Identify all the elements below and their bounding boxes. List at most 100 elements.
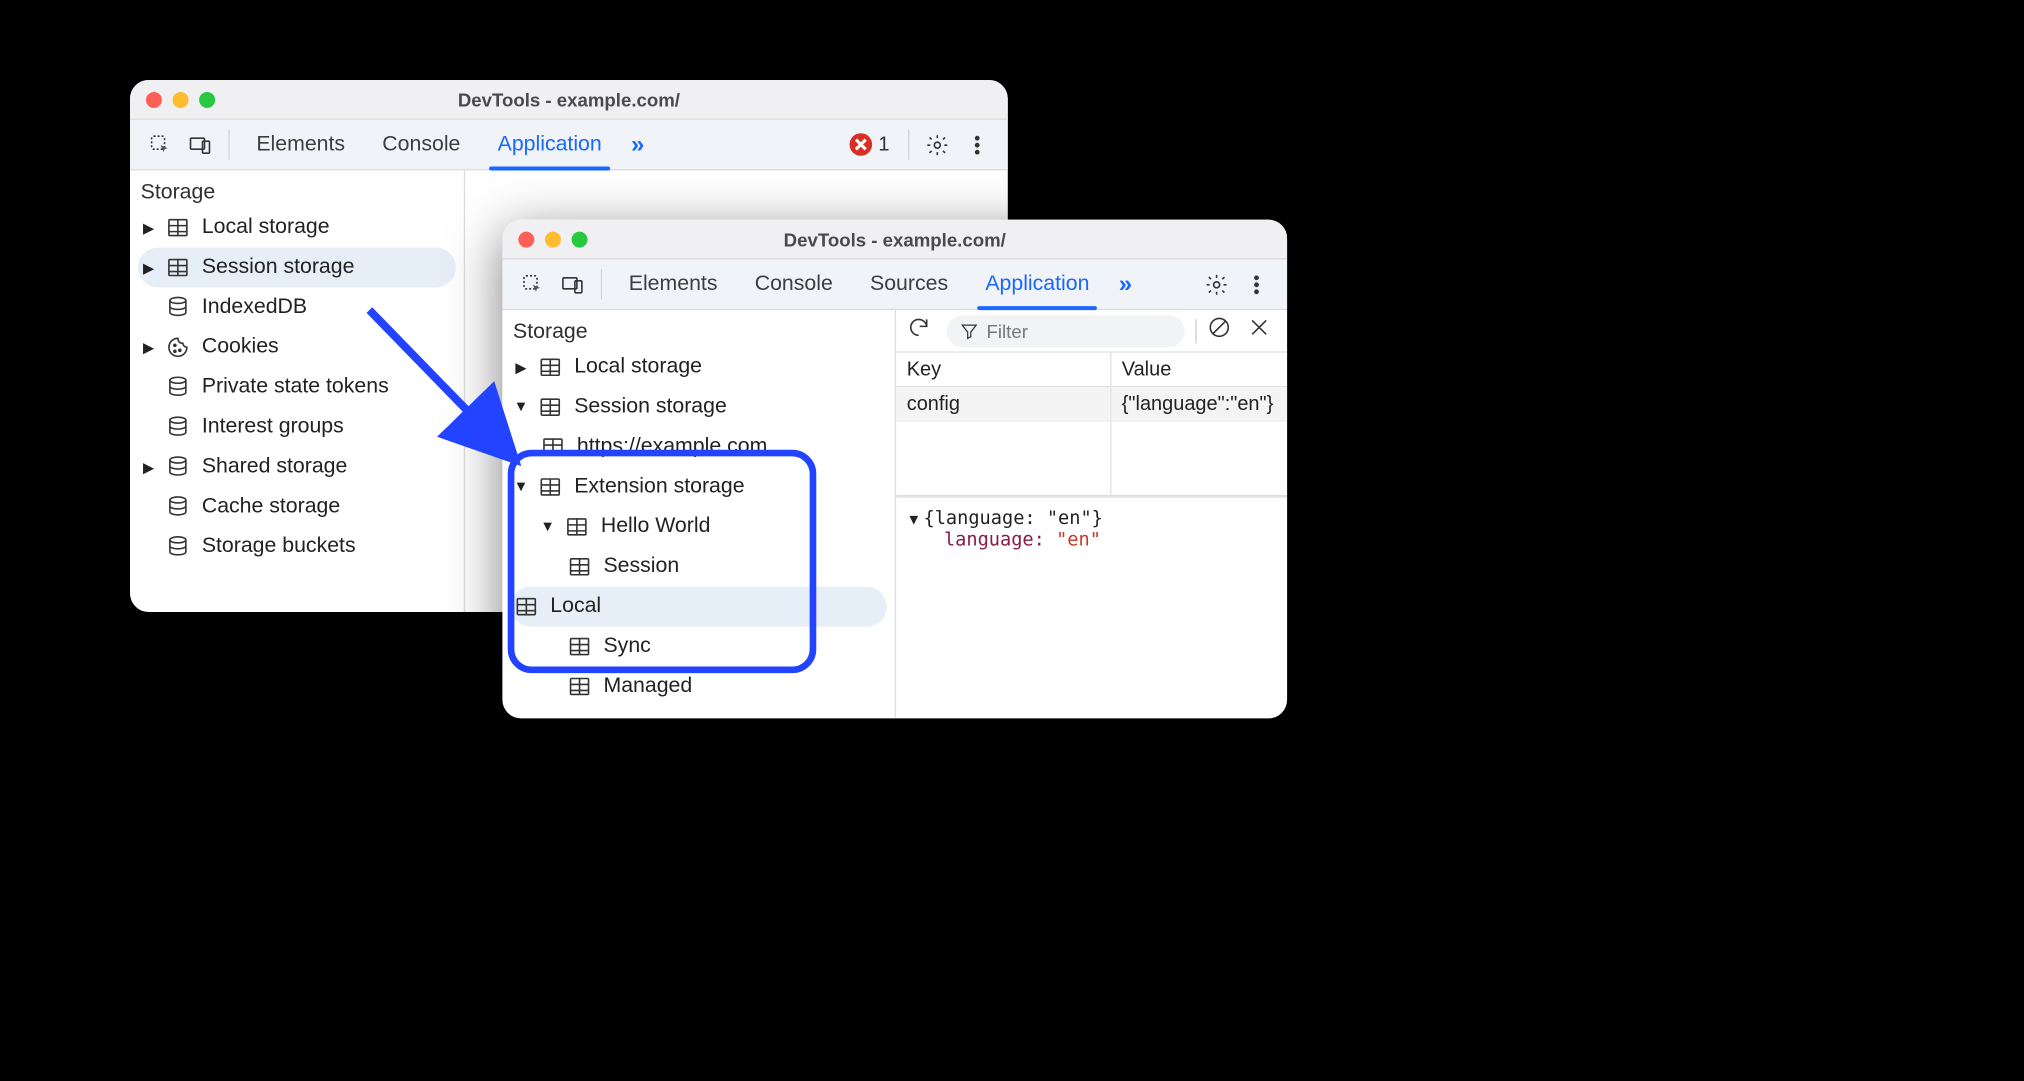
main-toolbar: Elements Console Sources Application » [502, 260, 1287, 311]
sidebar-item-ext-managed[interactable]: Managed [502, 667, 894, 707]
tab-application[interactable]: Application [967, 260, 1108, 309]
storage-table: Key Value config {"language":"en"} [896, 353, 1287, 497]
maximize-window-button[interactable] [199, 91, 215, 107]
sidebar-item-extension-storage[interactable]: ▼ Extension storage [502, 467, 894, 507]
sidebar-item-cookies[interactable]: ▶ Cookies [130, 327, 464, 367]
table-icon [537, 395, 564, 419]
minimize-window-button[interactable] [545, 231, 561, 247]
error-badge[interactable]: 1 [849, 120, 900, 169]
sidebar-item-interest-groups[interactable]: Interest groups [130, 407, 464, 447]
database-icon [165, 495, 192, 519]
storage-sidebar: Storage ▶ Local storage ▶ Session storag… [130, 170, 465, 612]
tab-console[interactable]: Console [736, 260, 851, 309]
error-icon [849, 133, 872, 156]
refresh-icon[interactable] [907, 315, 936, 346]
sidebar-item-shared-storage[interactable]: ▶ Shared storage [130, 447, 464, 487]
separator [1195, 319, 1196, 343]
device-toolbar-icon[interactable] [181, 120, 221, 169]
chevron-down-icon: ▼ [513, 399, 529, 415]
close-window-button[interactable] [146, 91, 162, 107]
tab-elements[interactable]: Elements [238, 120, 364, 169]
titlebar: DevTools - example.com/ [130, 80, 1008, 120]
sidebar-item-local-storage[interactable]: ▶ Local storage [502, 347, 894, 387]
device-toolbar-icon[interactable] [553, 260, 593, 309]
inspect-element-icon[interactable] [141, 120, 181, 169]
label: Private state tokens [199, 375, 389, 399]
label: Session storage [572, 395, 727, 419]
table-icon [165, 256, 192, 280]
more-tabs-icon[interactable]: » [620, 120, 655, 169]
sidebar-item-storage-buckets[interactable]: Storage buckets [130, 527, 464, 567]
separator [908, 129, 909, 160]
sidebar-item-ext-local[interactable]: Local [510, 587, 886, 627]
col-value[interactable]: Value [1111, 353, 1287, 386]
label: Extension storage [572, 475, 745, 499]
col-key[interactable]: Key [896, 353, 1111, 386]
property-value: "en" [1056, 530, 1101, 551]
gear-icon[interactable] [917, 120, 957, 169]
kebab-menu-icon[interactable] [957, 120, 997, 169]
close-window-button[interactable] [518, 231, 534, 247]
filter-input[interactable]: Filter [947, 315, 1185, 347]
sidebar-item-ext-session[interactable]: Session [502, 547, 894, 587]
tab-elements[interactable]: Elements [610, 260, 736, 309]
table-row[interactable]: config {"language":"en"} [896, 387, 1287, 420]
titlebar: DevTools - example.com/ [502, 220, 1287, 260]
delete-selected-icon[interactable] [1247, 315, 1276, 346]
database-icon [165, 295, 192, 319]
sidebar-item-local-storage[interactable]: ▶ Local storage [130, 208, 464, 248]
inspect-element-icon[interactable] [513, 260, 553, 309]
table-icon [513, 595, 540, 619]
chevron-down-icon: ▼ [513, 479, 529, 495]
table-icon [537, 355, 564, 379]
sidebar-item-session-storage[interactable]: ▶ Session storage [138, 248, 456, 288]
more-tabs-icon[interactable]: » [1108, 260, 1143, 309]
sidebar-item-indexeddb[interactable]: IndexedDB [130, 287, 464, 327]
label: Shared storage [199, 455, 347, 479]
minimize-window-button[interactable] [173, 91, 189, 107]
funnel-icon [960, 321, 979, 340]
label: Storage buckets [199, 535, 355, 559]
storage-sidebar: Storage ▶ Local storage ▼ Session storag… [502, 310, 896, 718]
database-icon [165, 415, 192, 439]
chevron-right-icon: ▶ [141, 339, 157, 356]
devtools-window-after: DevTools - example.com/ Elements Console… [502, 220, 1287, 719]
filter-placeholder: Filter [987, 320, 1028, 341]
separator [228, 129, 229, 160]
filter-bar: Filter [896, 310, 1287, 353]
label: Managed [601, 675, 692, 699]
table-icon [165, 216, 192, 240]
property-key: language: [944, 530, 1045, 551]
sidebar-item-session-origin[interactable]: https://example.com [502, 427, 894, 467]
table-empty-rows [896, 420, 1287, 494]
section-heading: Storage [130, 176, 464, 208]
clear-all-icon[interactable] [1207, 315, 1236, 346]
chevron-right-icon: ▶ [513, 359, 529, 376]
sidebar-item-private-tokens[interactable]: Private state tokens [130, 367, 464, 407]
maximize-window-button[interactable] [572, 231, 588, 247]
error-count: 1 [878, 133, 889, 156]
tab-sources[interactable]: Sources [851, 260, 966, 309]
object-summary[interactable]: {language: "en"} [924, 508, 1103, 529]
sidebar-item-session-storage[interactable]: ▼ Session storage [502, 387, 894, 427]
section-heading: Storage [502, 315, 894, 347]
label: Local storage [572, 355, 702, 379]
database-icon [165, 535, 192, 559]
traffic-lights [518, 231, 587, 247]
tab-application[interactable]: Application [479, 120, 620, 169]
table-icon [566, 555, 593, 579]
tab-console[interactable]: Console [364, 120, 479, 169]
sidebar-item-cache-storage[interactable]: Cache storage [130, 487, 464, 527]
window-title: DevTools - example.com/ [502, 228, 1287, 249]
kebab-menu-icon[interactable] [1237, 260, 1277, 309]
table-icon [566, 675, 593, 699]
sidebar-item-extension-app[interactable]: ▼ Hello World [502, 507, 894, 547]
label: Sync [601, 635, 651, 659]
gear-icon[interactable] [1197, 260, 1237, 309]
chevron-down-icon[interactable]: ▼ [909, 510, 918, 527]
label: Local [548, 595, 602, 619]
sidebar-item-ext-sync[interactable]: Sync [502, 627, 894, 667]
table-icon [537, 475, 564, 499]
table-icon [564, 515, 591, 539]
database-icon [165, 455, 192, 479]
